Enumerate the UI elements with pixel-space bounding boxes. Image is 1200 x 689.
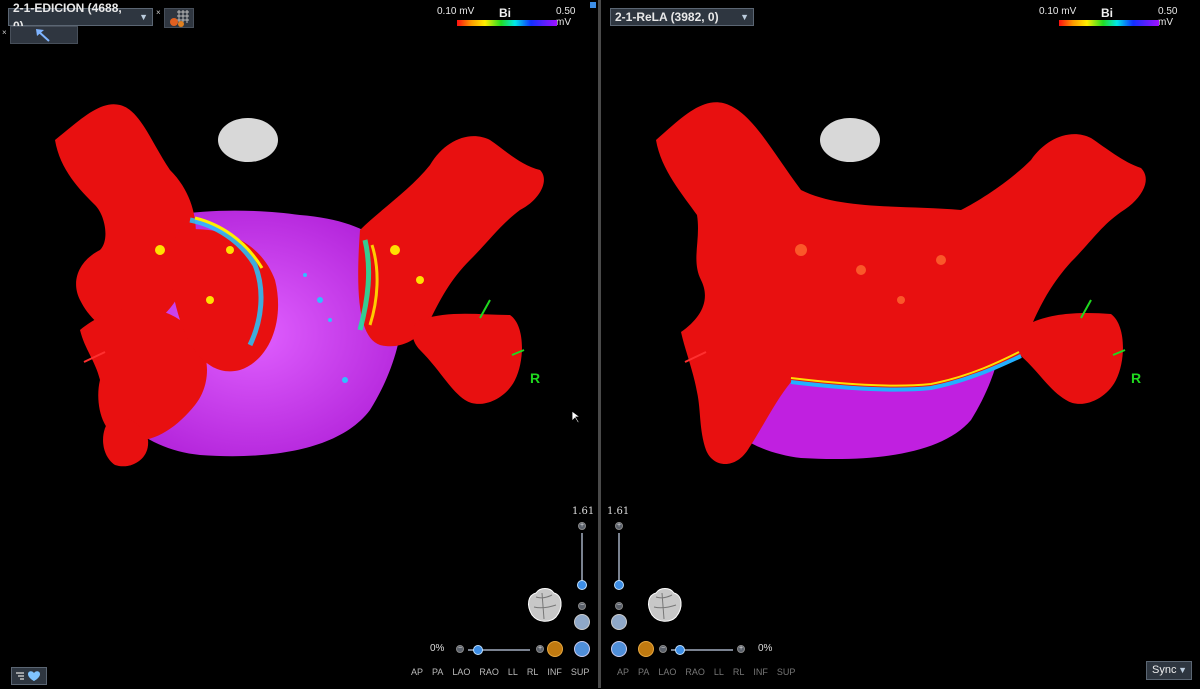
view-inf[interactable]: INF (547, 667, 562, 677)
view-pa[interactable]: PA (432, 667, 443, 677)
view-rl[interactable]: RL (527, 667, 539, 677)
transparency-slider-handle[interactable] (675, 645, 685, 655)
view-presets: AP PA LAO RAO LL RL INF SUP (617, 667, 804, 677)
reference-disc (218, 118, 278, 162)
view-rao[interactable]: RAO (685, 667, 705, 677)
lighting-button[interactable] (638, 641, 654, 657)
heart-orientation-icon[interactable] (522, 585, 566, 625)
view-lao[interactable]: LAO (658, 667, 676, 677)
view-presets: AP PA LAO RAO LL RL INF SUP (411, 667, 598, 677)
heart-view-button[interactable] (574, 614, 590, 630)
transparency-increase-button[interactable]: + (536, 645, 544, 653)
view-sup[interactable]: SUP (571, 667, 590, 677)
transparency-increase-button[interactable]: + (737, 645, 745, 653)
orientation-label: R (530, 370, 541, 386)
transparency-decrease-button[interactable]: − (456, 645, 464, 653)
transparency-value: 0% (758, 643, 773, 654)
heart-orientation-icon[interactable] (642, 585, 686, 625)
zoom-out-button[interactable]: − (578, 602, 586, 610)
view-ap[interactable]: AP (411, 667, 423, 677)
left-map-viewport[interactable]: 2-1-EDICION (4688, 0) ▼ × × 0.10 mV Bi 0… (0, 0, 598, 688)
lighting-button[interactable] (547, 641, 563, 657)
transparency-slider-handle[interactable] (473, 645, 483, 655)
view-sup[interactable]: SUP (777, 667, 796, 677)
view-rl[interactable]: RL (733, 667, 745, 677)
view-ll[interactable]: LL (714, 667, 724, 677)
zoom-slider-track[interactable] (581, 533, 583, 583)
sync-dropdown[interactable]: Sync ▼ (1146, 661, 1192, 680)
sync-label: Sync (1152, 664, 1177, 676)
reset-view-button[interactable] (611, 641, 627, 657)
right-atrium-voltage-map[interactable] (601, 0, 1200, 500)
zoom-slider-track[interactable] (618, 533, 620, 583)
left-atrium-voltage-map[interactable] (0, 0, 598, 500)
view-lao[interactable]: LAO (452, 667, 470, 677)
zoom-in-button[interactable]: + (615, 522, 623, 530)
transparency-decrease-button[interactable]: − (659, 645, 667, 653)
heart-view-button[interactable] (611, 614, 627, 630)
zoom-out-button[interactable]: − (615, 602, 623, 610)
zoom-slider-handle[interactable] (614, 580, 624, 590)
zoom-value: 1.61 (607, 506, 630, 517)
zoom-slider-handle[interactable] (577, 580, 587, 590)
chevron-down-icon: ▼ (1178, 665, 1187, 675)
transparency-value: 0% (430, 643, 445, 654)
healthy-region (412, 313, 522, 404)
view-ll[interactable]: LL (508, 667, 518, 677)
heart-list-icon (16, 671, 40, 681)
view-inf[interactable]: INF (753, 667, 768, 677)
right-map-viewport[interactable]: 2-1-ReLA (3982, 0) ▼ 0.10 mV Bi 0.50 mV … (601, 0, 1200, 688)
reference-disc (820, 118, 880, 162)
view-ap[interactable]: AP (617, 667, 629, 677)
zoom-value: 1.61 (572, 506, 595, 517)
zoom-in-button[interactable]: + (578, 522, 586, 530)
view-rao[interactable]: RAO (479, 667, 499, 677)
orientation-label: R (1131, 370, 1142, 386)
view-pa[interactable]: PA (638, 667, 649, 677)
mouse-cursor-icon (571, 410, 581, 424)
reset-view-button[interactable] (574, 641, 590, 657)
map-list-button[interactable] (11, 667, 47, 685)
